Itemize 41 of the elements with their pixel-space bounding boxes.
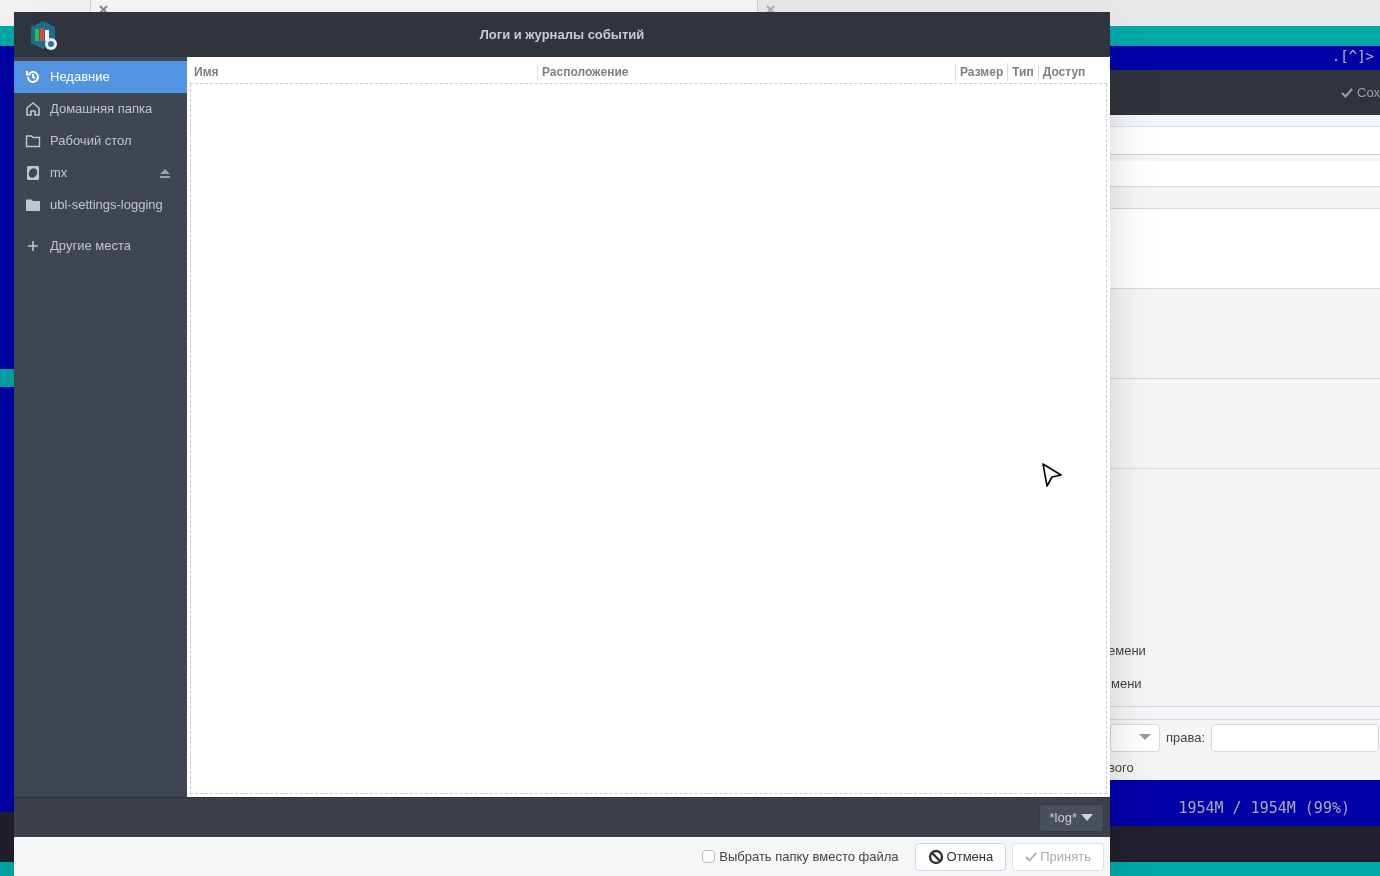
drive-icon	[25, 165, 41, 181]
checkbox-label: Выбрать папку вместо файла	[719, 847, 899, 866]
rights-field[interactable]	[1211, 724, 1380, 752]
caret-icon	[1081, 813, 1093, 822]
column-header[interactable]: Расположение	[537, 62, 955, 81]
checkbox[interactable]	[702, 850, 716, 863]
eject-icon[interactable]	[159, 167, 171, 179]
panel-corner-text: .[^]>	[1331, 47, 1374, 66]
sidebar-item[interactable]: ubl-settings-logging	[14, 189, 187, 221]
sidebar-item[interactable]: Другие места	[14, 230, 187, 262]
sidebar-item[interactable]: mx	[14, 157, 187, 189]
plus-icon	[25, 238, 41, 254]
filter-dropdown[interactable]: *log*	[1038, 803, 1104, 832]
window-title: Логи и журналы событий	[479, 25, 645, 44]
column-header[interactable]: Тип	[1007, 62, 1038, 81]
column-header[interactable]: Доступ	[1037, 62, 1090, 81]
function-key-bar	[0, 862, 14, 876]
disk-usage-text: 1954M / 1954M (99%)	[1178, 797, 1350, 819]
check-icon	[1025, 850, 1038, 863]
option-text: мени	[1110, 675, 1143, 693]
home-icon	[25, 101, 41, 117]
dropdown[interactable]	[1110, 724, 1160, 752]
check-icon	[1341, 86, 1353, 99]
folder-icon	[25, 133, 41, 149]
option-text: емени	[1108, 642, 1147, 660]
column-header[interactable]: Размер	[955, 62, 1008, 81]
cancel-button[interactable]: Отмена	[914, 842, 1007, 871]
sidebar-item[interactable]: Домашняя папка	[14, 93, 187, 125]
cancel-icon	[927, 848, 944, 865]
sidebar-item[interactable]: Недавние	[14, 61, 187, 93]
history-icon	[25, 69, 41, 85]
pointer-icon	[1041, 462, 1063, 488]
close-icon[interactable]	[766, 4, 775, 14]
save-button[interactable]: Сох	[1333, 82, 1380, 103]
selection-bar	[0, 369, 14, 387]
column-header[interactable]: Имя	[190, 62, 537, 81]
close-icon[interactable]	[99, 4, 108, 14]
caret-icon	[1139, 734, 1151, 742]
sidebar-item[interactable]: Рабочий стол	[14, 125, 187, 157]
folder-icon	[25, 197, 41, 213]
rights-label: права:	[1166, 729, 1206, 748]
